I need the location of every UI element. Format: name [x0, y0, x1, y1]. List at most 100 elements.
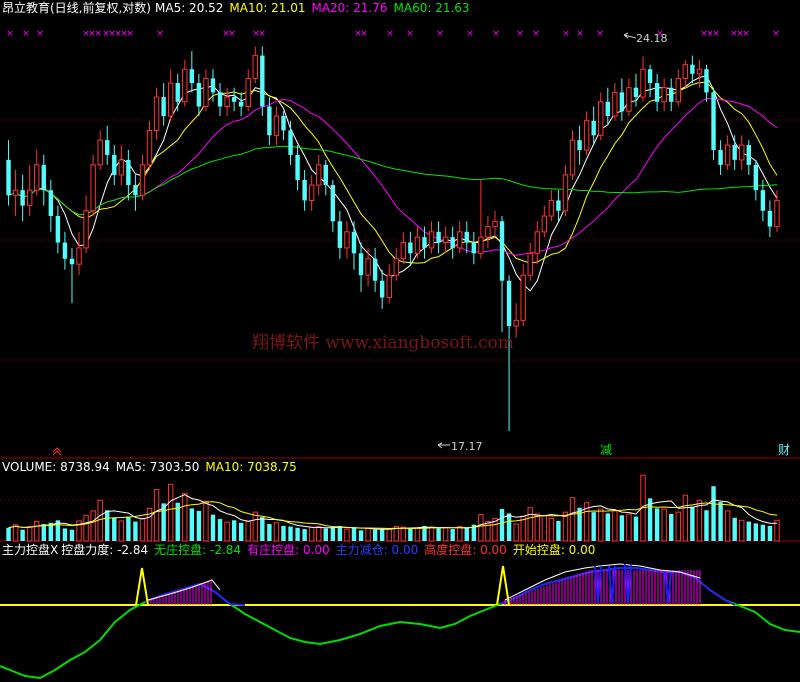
up-arrow-icon	[52, 447, 62, 456]
high-price-label: 24.18	[636, 32, 668, 45]
event-mark: ×	[22, 29, 30, 39]
candle-down	[669, 87, 674, 102]
grid-lines	[0, 119, 800, 542]
volume-bar-up	[344, 528, 350, 542]
candle-down	[577, 140, 582, 150]
volume-bar-up	[273, 522, 280, 542]
candle-down	[704, 69, 709, 93]
candle-down	[323, 164, 328, 186]
volume-bar-down	[379, 529, 385, 541]
candle-down	[379, 280, 385, 298]
volume-bar-down	[408, 528, 413, 541]
volume-bar-up	[90, 510, 96, 542]
volume-bar-down	[760, 524, 766, 541]
volume-bar-up	[245, 521, 251, 542]
candle-down	[105, 140, 110, 155]
event-mark: ×	[772, 29, 780, 39]
candle-up	[182, 68, 188, 103]
candle-up	[245, 77, 251, 108]
candle-up	[562, 174, 569, 212]
candle-down	[238, 101, 244, 107]
volume-bar-down	[732, 517, 737, 541]
candle-down	[767, 210, 773, 227]
volume-bar-up	[457, 526, 463, 542]
volume-bar-up	[83, 514, 89, 542]
candle-up	[76, 247, 82, 265]
volume-bar-up	[626, 513, 632, 542]
volume-bar-down	[6, 527, 11, 541]
candle-up	[365, 258, 371, 276]
candle-up	[273, 115, 280, 136]
candle-down	[55, 216, 61, 243]
volume-bar-up	[428, 526, 435, 542]
candle-down	[295, 154, 300, 180]
candle-down	[746, 145, 751, 165]
volume-bar-down	[746, 521, 751, 541]
volume-bar-up	[34, 521, 40, 542]
candle-up	[696, 68, 703, 75]
candle-up	[527, 252, 533, 276]
candle-up	[414, 236, 421, 254]
event-mark: ×	[576, 29, 584, 39]
candle-down	[302, 179, 307, 201]
volume-bar-down	[126, 516, 131, 541]
candle-up	[548, 199, 555, 217]
volume-bar-down	[210, 514, 216, 541]
candle-down	[732, 145, 737, 160]
volume-bar-up	[534, 513, 540, 542]
candle-up	[640, 68, 646, 98]
event-mark: ×	[360, 29, 368, 39]
candle-up	[661, 87, 667, 103]
candle-down	[217, 92, 223, 107]
candle-down	[288, 130, 293, 155]
volume-bar-down	[718, 502, 723, 541]
start-control-spike	[496, 565, 510, 606]
volume-bar-down	[767, 525, 773, 541]
volume-bar-up	[203, 500, 209, 542]
event-mark: ×	[562, 29, 570, 39]
volume-bar-down	[711, 486, 716, 541]
candle-down	[6, 159, 11, 196]
volume-bar-down	[690, 506, 695, 541]
volume-bar-down	[436, 528, 441, 541]
volume-bar-down	[506, 513, 512, 541]
low-price-arrow	[437, 442, 450, 449]
candle-up	[344, 231, 350, 249]
volume-bar-up	[485, 521, 491, 542]
candle-up	[541, 215, 548, 233]
candle-up	[153, 96, 160, 131]
volume-bar-down	[605, 513, 610, 541]
tag-reduce: 减	[600, 443, 612, 457]
candle-up	[308, 184, 315, 201]
candle-down	[161, 97, 166, 117]
candle-down	[506, 280, 512, 327]
volume-bar-up	[97, 499, 103, 542]
volume-bar-up	[513, 523, 519, 542]
event-mark: ×	[386, 29, 394, 39]
ma60-line	[8, 145, 778, 216]
event-mark: ×	[258, 29, 266, 39]
event-mark: ×	[742, 29, 750, 39]
candle-up	[167, 82, 174, 117]
no-control-line	[0, 567, 800, 680]
candle-up	[252, 55, 258, 79]
candle-down	[175, 83, 180, 102]
candles	[6, 46, 780, 432]
candle-down	[471, 242, 477, 254]
volume-bar-up	[118, 520, 125, 542]
volume-bar-down	[372, 529, 378, 541]
candle-down	[69, 258, 75, 265]
event-mark: ×	[406, 29, 414, 39]
candle-down	[112, 154, 117, 175]
volume-bar-up	[598, 508, 604, 542]
candle-up	[400, 242, 407, 260]
candle-down	[556, 200, 561, 211]
candle-up	[534, 231, 540, 254]
volume-bar-up	[308, 526, 315, 542]
volume-bar-up	[400, 526, 407, 542]
event-mark: ×	[6, 29, 14, 39]
candle-down	[711, 92, 716, 150]
candle-down	[196, 83, 202, 107]
candle-down	[189, 69, 195, 84]
event-mark: ×	[712, 29, 720, 39]
